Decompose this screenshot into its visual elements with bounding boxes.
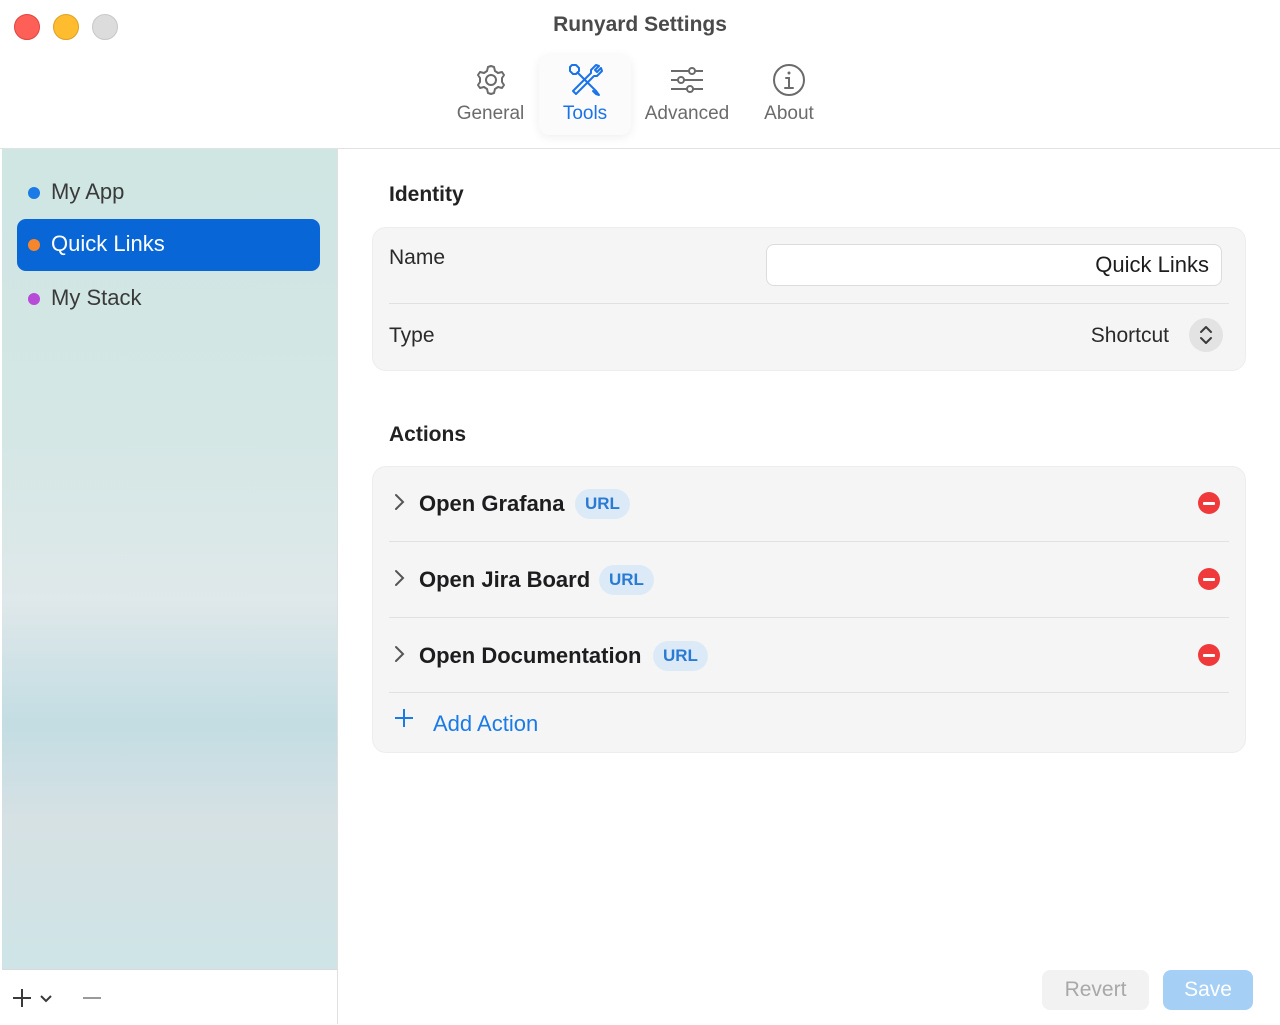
identity-section-title: Identity <box>389 183 464 206</box>
sidebar-item-label: Quick Links <box>51 231 165 256</box>
sidebar-item-my-app[interactable]: My App <box>17 167 320 219</box>
window-title: Runyard Settings <box>553 13 727 36</box>
type-select-stepper[interactable] <box>1189 318 1223 352</box>
remove-item-button[interactable] <box>80 984 104 1012</box>
revert-button[interactable]: Revert <box>1042 970 1149 1010</box>
tab-tools[interactable]: Tools <box>539 55 631 135</box>
row-divider <box>389 617 1229 618</box>
name-field[interactable] <box>766 244 1222 286</box>
title-bar: Runyard Settings General Tools Advanced <box>0 0 1280 149</box>
status-dot <box>28 239 40 251</box>
sliders-icon <box>671 67 703 93</box>
save-button[interactable]: Save <box>1163 970 1253 1010</box>
action-name: Open Documentation <box>419 643 642 668</box>
row-divider <box>389 541 1229 542</box>
tab-label: Advanced <box>644 103 730 124</box>
name-label: Name <box>389 246 446 269</box>
sidebar-footer <box>2 969 338 1025</box>
sidebar-item-my-stack[interactable]: My Stack <box>17 273 320 325</box>
wrench-screwdriver-icon <box>569 64 603 96</box>
add-action-button[interactable]: Add Action <box>389 699 589 743</box>
actions-section-title: Actions <box>389 423 467 446</box>
url-badge: URL <box>599 565 654 595</box>
tab-label: Tools <box>562 103 608 124</box>
add-item-menu-button[interactable] <box>12 984 58 1012</box>
actions-group: Open Grafana URL Open Jira Board URL Ope… <box>372 466 1246 753</box>
info-icon <box>773 64 805 96</box>
tab-advanced[interactable]: Advanced <box>638 55 736 135</box>
remove-action-button[interactable] <box>1198 492 1220 514</box>
url-badge: URL <box>653 641 708 671</box>
action-row-open-jira-board[interactable]: Open Jira Board URL <box>373 543 1245 619</box>
tab-label: About <box>764 103 814 124</box>
sidebar-item-label: My App <box>51 179 125 204</box>
type-label: Type <box>389 324 435 347</box>
action-row-open-documentation[interactable]: Open Documentation URL <box>373 619 1245 695</box>
plus-icon <box>395 709 413 727</box>
sidebar-item-label: My Stack <box>51 285 142 310</box>
identity-group: Name Type Shortcut <box>372 227 1246 371</box>
toolbar-tabs: General Tools Advanced About <box>0 55 1280 135</box>
status-dot <box>28 187 40 199</box>
status-dot <box>28 293 40 305</box>
minus-icon <box>83 997 101 999</box>
remove-action-button[interactable] <box>1198 644 1220 666</box>
url-badge: URL <box>575 489 630 519</box>
gear-icon <box>476 65 505 95</box>
action-name: Open Grafana <box>419 491 565 516</box>
chevron-right-icon[interactable] <box>393 645 405 663</box>
add-action-label: Add Action <box>433 711 539 736</box>
tab-general[interactable]: General <box>448 55 533 135</box>
sidebar-item-quick-links[interactable]: Quick Links <box>17 219 320 271</box>
up-down-chevron-icon <box>1200 326 1212 344</box>
plus-icon <box>13 989 31 1007</box>
tab-label: General <box>456 103 525 124</box>
sidebar: My App Quick Links My Stack <box>2 149 338 969</box>
row-divider <box>389 303 1229 304</box>
chevron-right-icon[interactable] <box>393 493 405 511</box>
tab-about[interactable]: About <box>750 55 828 135</box>
action-row-open-grafana[interactable]: Open Grafana URL <box>373 467 1245 543</box>
type-select-value[interactable]: Shortcut <box>1091 324 1169 348</box>
row-divider <box>389 692 1229 693</box>
action-name: Open Jira Board <box>419 567 591 592</box>
chevron-right-icon[interactable] <box>393 569 405 587</box>
chevron-down-icon <box>40 995 52 1003</box>
sidebar-divider <box>337 149 338 1024</box>
remove-action-button[interactable] <box>1198 568 1220 590</box>
